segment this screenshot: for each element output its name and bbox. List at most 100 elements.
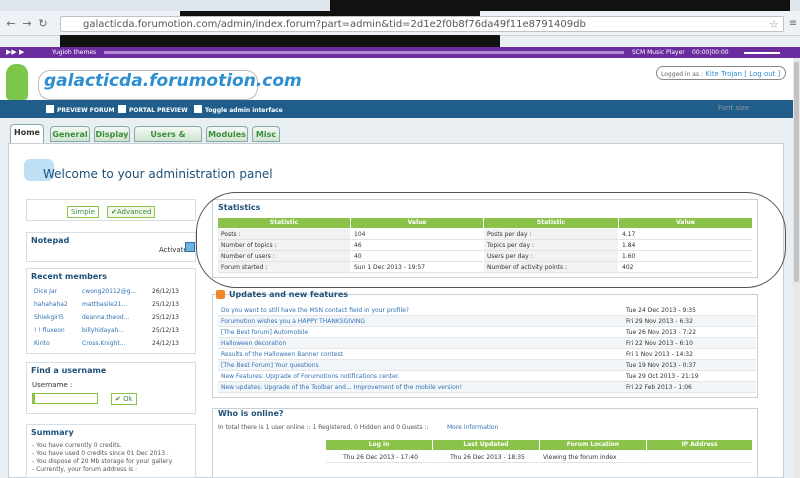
address-bar[interactable]: galacticda.forumotion.com/admin/index.fo… <box>60 16 784 32</box>
music-time: 00:00|00:00 <box>692 49 729 56</box>
preview-forum-button[interactable]: PREVIEW FORUM <box>46 105 114 114</box>
stat-label: Forum started : <box>218 262 350 273</box>
summary-line: - You have used 0 credits since 01 Dec 2… <box>32 450 169 457</box>
url-tail-text: e2f0b8f76da49f11e8791409db <box>429 19 586 30</box>
online-ip <box>647 452 752 463</box>
back-icon[interactable]: ← <box>4 17 18 31</box>
update-link[interactable]: [The Best forum] Automobile <box>221 327 308 338</box>
stat-header: Value <box>351 218 483 228</box>
stat-label: Number of topics : <box>218 240 350 251</box>
member-date: 25/12/13 <box>152 301 179 308</box>
stat-label: Users per day : <box>484 251 618 262</box>
who-online-title: Who is online? <box>218 409 284 418</box>
update-link[interactable]: Forumotion wishes you a HAPPY THANKSGIVI… <box>221 316 365 327</box>
member-date: 25/12/13 <box>152 327 179 334</box>
update-link[interactable]: New updates: Upgrade of the Toolbar and.… <box>221 382 462 393</box>
update-date: Fri 22 Nov 2013 - 6:10 <box>626 340 693 347</box>
member-name[interactable]: Dice Jar <box>34 288 57 295</box>
notepad-icon[interactable] <box>185 242 195 252</box>
ok-button[interactable]: ✔ Ok <box>111 393 137 405</box>
member-email[interactable]: mattbasile21... <box>82 301 127 308</box>
updates-title: Updates and new features <box>229 290 349 299</box>
admin-tabs: Home General Display Users & Groups Modu… <box>0 118 793 154</box>
update-link[interactable]: New Features: Upgrade of Forumotions not… <box>221 371 400 382</box>
update-row[interactable]: New Features: Upgrade of Forumotions not… <box>218 371 756 382</box>
member-date: 24/12/13 <box>152 340 179 347</box>
update-row[interactable]: Halloween decoration Fri 22 Nov 2013 - 6:… <box>218 338 756 349</box>
who-online-summary: In total there is 1 user online :: 1 Reg… <box>218 424 429 431</box>
advanced-mode-label: Advanced <box>116 208 152 216</box>
more-info-link[interactable]: More information <box>447 424 498 431</box>
star-icon[interactable]: ☆ <box>769 18 779 31</box>
tab-general[interactable]: General <box>50 126 90 142</box>
stat-header: Value <box>619 218 752 228</box>
username-input[interactable] <box>32 393 98 404</box>
preview-icon <box>46 105 54 113</box>
scrollbar-thumb[interactable] <box>794 62 799 282</box>
tab-home[interactable]: Home <box>10 124 44 143</box>
preview-forum-label: PREVIEW FORUM <box>57 107 115 114</box>
font-decrease-icon[interactable]: ✎ <box>758 102 766 112</box>
update-row[interactable]: Do you want to still have the MSN contac… <box>218 305 756 316</box>
update-link[interactable]: Halloween decoration <box>221 338 286 349</box>
update-link[interactable]: Do you want to still have the MSN contac… <box>221 305 409 316</box>
member-email[interactable]: deanna.theod... <box>82 314 129 321</box>
simple-mode-button[interactable]: Simple <box>67 206 99 218</box>
member-email[interactable]: Cross.Knight... <box>82 340 125 347</box>
member-date: 25/12/13 <box>152 314 179 321</box>
mode-switch-box: Simple ✔Advanced <box>26 199 196 221</box>
member-name[interactable]: Shiekgirl5 <box>34 314 64 321</box>
player-controls-icon[interactable]: ▶▶ ▶ <box>6 48 24 56</box>
url-text: galacticda.forumotion.com/admin/index.fo… <box>83 19 430 30</box>
stat-value: Sun 1 Dec 2013 - 19:57 <box>351 262 483 273</box>
stat-value: 4.17 <box>619 229 752 240</box>
update-row[interactable]: [The Best Forum] Your questions Tue 19 No… <box>218 360 756 371</box>
update-row[interactable]: New updates: Upgrade of the Toolbar and.… <box>218 382 756 393</box>
volume-slider[interactable] <box>744 52 780 54</box>
reload-icon[interactable]: ↻ <box>36 17 50 31</box>
update-date: Fri 29 Nov 2013 - 6:32 <box>626 318 693 325</box>
update-row[interactable]: Forumotion wishes you a HAPPY THANKSGIVI… <box>218 316 756 327</box>
toggle-admin-button[interactable]: Toggle admin interface <box>194 105 283 114</box>
member-name[interactable]: ! ! fluxeon <box>34 327 65 334</box>
update-link[interactable]: Results of the Halloween Banner contest <box>221 349 343 360</box>
username-label: Username : <box>32 381 73 389</box>
update-date: Tue 24 Dec 2013 - 9:35 <box>626 307 696 314</box>
tab-display[interactable]: Display <box>94 126 130 142</box>
member-date: 26/12/13 <box>152 288 179 295</box>
find-username-title: Find a username <box>31 366 107 375</box>
music-progress-track[interactable] <box>104 51 624 54</box>
portal-icon <box>118 105 126 113</box>
stat-value: 104 <box>351 229 483 240</box>
stat-value: 1.60 <box>619 251 752 262</box>
music-theme-label[interactable]: Yugioh themes <box>52 49 96 56</box>
member-email[interactable]: billyhidayah... <box>82 327 124 334</box>
page-title: Welcome to your administration panel <box>43 167 273 181</box>
username-link[interactable]: Kite Trojan <box>705 70 742 78</box>
tab-misc[interactable]: Misc <box>252 126 280 142</box>
member-name[interactable]: hahahaha2 <box>34 301 68 308</box>
page-scrollbar[interactable] <box>793 58 800 478</box>
update-date: Tue 19 Nov 2013 - 0:37 <box>626 362 697 369</box>
advanced-mode-button[interactable]: ✔Advanced <box>107 206 156 218</box>
forward-icon[interactable]: → <box>20 17 34 31</box>
admin-toolbar: PREVIEW FORUM PORTAL PREVIEW Toggle admi… <box>0 100 793 118</box>
tab-modules[interactable]: Modules <box>206 126 248 142</box>
update-row[interactable]: Results of the Halloween Banner contest F… <box>218 349 756 360</box>
menu-icon[interactable]: ≡ <box>786 17 800 31</box>
update-date: Tue 29 Oct 2013 - 21:19 <box>626 373 699 380</box>
music-player-label: SCM Music Player <box>632 49 685 56</box>
online-location: Viewing the forum index <box>540 452 646 463</box>
update-row[interactable]: [The Best forum] Automobile Tue 26 Nov 20… <box>218 327 756 338</box>
member-email[interactable]: cwong20112@g... <box>82 288 136 295</box>
tab-users-groups[interactable]: Users & Groups <box>134 126 202 154</box>
logout-link[interactable]: [ Log out ] <box>744 70 780 78</box>
portal-preview-button[interactable]: PORTAL PREVIEW <box>118 105 188 114</box>
font-increase-icon[interactable]: ✎ <box>773 102 781 112</box>
online-updated-time: Thu 26 Dec 2013 - 18:35 <box>433 452 539 463</box>
update-link[interactable]: [The Best Forum] Your questions <box>221 360 319 371</box>
member-name[interactable]: Kirito <box>34 340 50 347</box>
rss-icon[interactable] <box>216 290 225 299</box>
site-logo-text[interactable]: galacticda.forumotion.com <box>44 71 302 91</box>
portal-preview-label: PORTAL PREVIEW <box>129 107 188 114</box>
